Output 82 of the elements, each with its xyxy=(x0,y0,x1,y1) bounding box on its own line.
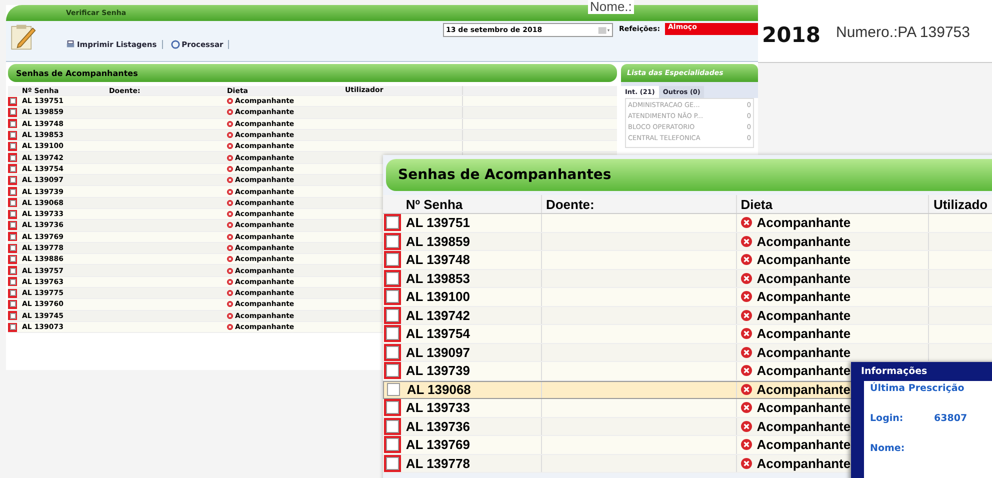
popup-title: Informações xyxy=(860,365,928,379)
column-header: Nº Senha xyxy=(402,195,542,213)
table-cell: AL 139739 xyxy=(402,362,542,380)
error-icon xyxy=(740,439,752,450)
table-cell: Acompanhante xyxy=(756,382,850,398)
error-icon xyxy=(740,217,752,228)
error-icon xyxy=(740,384,752,396)
field-value: 63807 xyxy=(934,412,968,424)
row-checkbox[interactable] xyxy=(386,383,400,396)
table-cell: AL 139100 xyxy=(402,288,542,306)
table-cell: Acompanhante xyxy=(756,400,851,416)
table-row[interactable]: AL 139859 Acompanhante xyxy=(383,232,992,251)
error-icon xyxy=(227,211,233,218)
table-cell: Acompanhante xyxy=(756,437,851,452)
table-cell: AL 139733 xyxy=(402,399,542,416)
printer-icon xyxy=(66,40,75,49)
table-cell: AL 139736 xyxy=(402,418,542,435)
error-icon xyxy=(227,245,233,251)
table-cell: Acompanhante xyxy=(756,252,851,268)
table-cell: AL 139859 xyxy=(402,232,542,250)
table-cell: Acompanhante xyxy=(756,344,851,360)
error-icon xyxy=(740,236,752,247)
table-cell: Acompanhante xyxy=(756,363,851,378)
error-icon xyxy=(227,222,233,228)
table-cell: AL 139748 xyxy=(402,251,542,268)
table-cell: Acompanhante xyxy=(756,215,851,230)
column-header: Dieta xyxy=(736,195,930,213)
table-cell: Acompanhante xyxy=(756,270,851,286)
error-icon xyxy=(227,312,233,319)
table-row[interactable]: AL 139748 Acompanhante xyxy=(383,251,992,270)
number-text: Numero.:PA 139753 xyxy=(836,24,970,41)
field-label: Nome: xyxy=(870,442,906,454)
table-cell: Acompanhante xyxy=(756,418,851,434)
table-cell: AL 139853 xyxy=(402,270,542,287)
column-header: Doente: xyxy=(542,195,737,213)
error-icon xyxy=(227,268,233,274)
table-cell: AL 139778 xyxy=(402,454,542,472)
error-icon xyxy=(740,328,752,340)
error-icon xyxy=(227,290,233,296)
table-row[interactable]: AL 139754 Acompanhante xyxy=(383,325,992,344)
refresh-icon xyxy=(170,40,180,49)
error-icon xyxy=(740,254,752,266)
error-icon xyxy=(740,291,752,302)
error-icon xyxy=(227,132,233,138)
error-icon xyxy=(740,365,752,376)
table-cell: AL 139751 xyxy=(402,214,542,232)
column-header: Utilizado xyxy=(932,196,989,213)
error-icon xyxy=(227,109,233,116)
panel-header: Senhas de Acompanhantes xyxy=(386,159,992,191)
error-icon xyxy=(227,200,233,206)
year-text: 2018 xyxy=(762,23,820,47)
table-cell: Acompanhante xyxy=(756,234,851,249)
error-icon xyxy=(227,177,233,184)
panel-header: Senhas de Acompanhantes xyxy=(8,64,617,82)
table-row[interactable]: AL 139751 Acompanhante xyxy=(383,214,992,232)
table-row[interactable]: AL 139742 Acompanhante xyxy=(383,306,992,325)
table-row[interactable]: AL 139097 Acompanhante xyxy=(383,344,992,362)
table-cell: Acompanhante xyxy=(756,308,851,323)
error-icon xyxy=(740,420,752,432)
error-icon xyxy=(227,324,233,330)
name-label: Nome.: xyxy=(588,0,634,14)
table-cell: Acompanhante xyxy=(756,289,851,304)
notepad-icon xyxy=(10,23,36,51)
error-icon xyxy=(740,272,752,284)
table-cell: AL 139742 xyxy=(402,306,542,324)
table-row[interactable]: AL 139853 Acompanhante xyxy=(383,270,992,288)
calendar-icon xyxy=(598,26,610,34)
table-cell: Acompanhante xyxy=(756,456,851,471)
error-icon xyxy=(740,310,752,321)
error-icon xyxy=(227,188,233,195)
error-icon xyxy=(740,458,752,469)
field-label: Login: xyxy=(870,412,904,424)
table-cell: AL 139754 xyxy=(402,325,542,342)
table-row[interactable]: AL 139100 Acompanhante xyxy=(383,288,992,306)
error-icon xyxy=(740,346,752,358)
section-heading: Última Prescrição xyxy=(870,383,966,396)
table-cell: AL 139068 xyxy=(402,382,542,398)
error-icon xyxy=(740,402,752,414)
table-cell: Acompanhante xyxy=(756,326,851,342)
table-cell: AL 139097 xyxy=(402,344,542,361)
table-cell: AL 139769 xyxy=(402,436,542,454)
error-icon xyxy=(227,154,233,161)
